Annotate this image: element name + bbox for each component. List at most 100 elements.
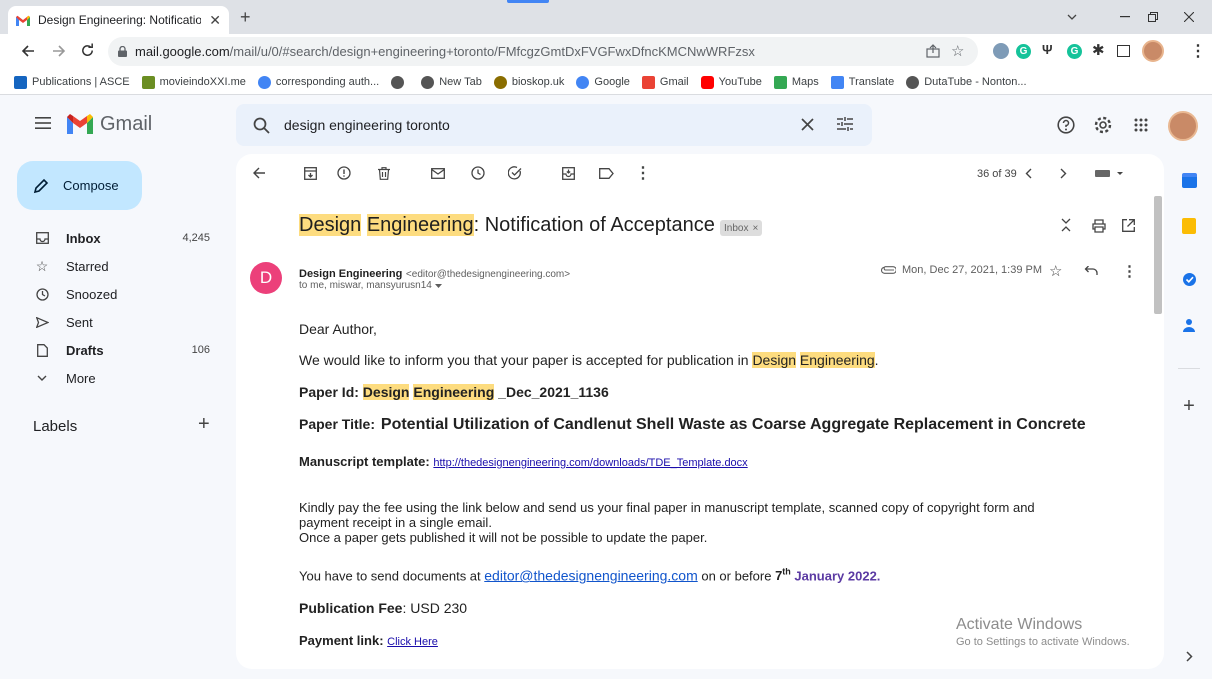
draft-file-icon xyxy=(33,343,51,357)
scrollbar[interactable] xyxy=(1154,196,1162,314)
bookmark-item[interactable] xyxy=(385,75,415,89)
browser-tab[interactable]: Design Engineering: Notification ✕ xyxy=(8,6,229,34)
message-more-icon[interactable]: ⋮ xyxy=(1122,262,1137,280)
chrome-menu-icon[interactable]: ⋮ xyxy=(1190,41,1206,61)
bookmark-favicon-icon xyxy=(493,75,507,89)
share-icon[interactable] xyxy=(926,44,940,58)
report-spam-icon[interactable] xyxy=(334,163,354,183)
address-bar[interactable]: mail.google.com/mail/u/0/#search/design+… xyxy=(108,37,978,66)
pencil-icon xyxy=(33,178,49,194)
help-icon[interactable] xyxy=(1057,116,1075,134)
bookmark-item[interactable]: movieindoXXI.me xyxy=(136,75,252,89)
manuscript-template-line: Manuscript template: http://thedesigneng… xyxy=(299,454,748,469)
keep-icon[interactable] xyxy=(1178,215,1200,237)
extension-grammarly2-icon[interactable]: G xyxy=(1067,44,1082,59)
nav-item-starred[interactable]: ☆ Starred xyxy=(0,252,222,280)
bookmark-star-icon[interactable]: ☆ xyxy=(951,42,964,60)
nav-item-drafts[interactable]: Drafts 106 xyxy=(0,336,222,364)
nav-item-snoozed[interactable]: Snoozed xyxy=(0,280,222,308)
main-menu-icon[interactable] xyxy=(35,117,51,129)
globe-icon xyxy=(391,75,405,89)
show-side-panel-chevron-icon[interactable] xyxy=(1178,645,1200,667)
star-message-icon[interactable]: ☆ xyxy=(1049,262,1062,280)
more-actions-icon[interactable]: ⋮ xyxy=(633,163,653,183)
tab-title: Design Engineering: Notification xyxy=(38,13,202,27)
payment-link-line: Payment link: Click Here xyxy=(299,633,438,648)
extension-grammarly-icon[interactable]: G xyxy=(1016,44,1031,59)
bookmark-item[interactable]: Google xyxy=(570,75,635,89)
payment-link[interactable]: Click Here xyxy=(387,636,438,648)
compose-button[interactable]: Compose xyxy=(17,161,142,210)
bookmark-item[interactable]: Translate xyxy=(825,75,900,89)
template-link[interactable]: http://thedesignengineering.com/download… xyxy=(433,457,747,469)
tab-close-icon[interactable]: ✕ xyxy=(209,12,221,29)
clear-search-icon[interactable] xyxy=(801,118,814,131)
search-icon[interactable] xyxy=(253,117,270,134)
bookmarks-bar: Publications | ASCE movieindoXXI.me corr… xyxy=(0,70,1212,95)
search-options-icon[interactable] xyxy=(837,116,853,132)
older-chevron-icon[interactable] xyxy=(1053,163,1073,183)
bookmark-item[interactable]: corresponding auth... xyxy=(252,75,385,89)
apps-grid-icon[interactable] xyxy=(1134,118,1148,132)
lock-icon[interactable] xyxy=(118,46,127,57)
mark-unread-icon[interactable] xyxy=(428,163,448,183)
add-label-icon[interactable]: + xyxy=(198,413,210,436)
snooze-clock-icon[interactable] xyxy=(468,163,488,183)
label-tag-icon[interactable] xyxy=(596,163,616,183)
gmail-logo-icon[interactable] xyxy=(67,114,93,134)
attachment-icon xyxy=(881,266,896,274)
sender-avatar[interactable]: D xyxy=(250,262,282,294)
new-tab-icon[interactable]: + xyxy=(240,7,251,28)
tab-search-chevron-icon[interactable] xyxy=(1049,0,1095,34)
paper-title: Potential Utilization of Candlenut Shell… xyxy=(380,416,1086,433)
inbox-chip[interactable]: Inbox × xyxy=(720,220,763,236)
forward-arrow-icon[interactable] xyxy=(52,44,66,58)
extension-translate-icon[interactable]: Ψ xyxy=(1042,42,1053,57)
bookmark-item[interactable]: YouTube xyxy=(695,75,768,89)
print-icon[interactable] xyxy=(1092,219,1106,233)
payment-instructions: Kindly pay the fee using the link below … xyxy=(299,500,1035,545)
side-panel-icon[interactable] xyxy=(1117,45,1130,57)
add-task-icon[interactable] xyxy=(505,163,525,183)
nav-item-more[interactable]: More xyxy=(0,364,222,392)
bookmark-item[interactable]: bioskop.uk xyxy=(488,75,571,89)
bookmark-item[interactable]: Maps xyxy=(768,75,825,89)
bookmark-item[interactable]: Publications | ASCE xyxy=(8,75,136,89)
settings-gear-icon[interactable] xyxy=(1093,115,1113,135)
back-arrow-icon[interactable] xyxy=(21,44,35,58)
account-avatar[interactable] xyxy=(1168,111,1198,141)
archive-icon[interactable] xyxy=(300,163,320,183)
input-tools-keyboard-icon[interactable] xyxy=(1092,163,1128,183)
editor-email-link[interactable]: editor@thedesignengineering.com xyxy=(484,567,697,583)
extension-puzzle-color-icon[interactable] xyxy=(993,43,1009,59)
recipients-dropdown-icon[interactable] xyxy=(434,283,442,288)
nav-item-inbox[interactable]: Inbox 4,245 xyxy=(0,224,222,252)
reload-icon[interactable] xyxy=(80,43,95,58)
close-window-icon[interactable] xyxy=(1166,0,1212,34)
recipients-line[interactable]: to me, miswar, mansyurusn14 xyxy=(299,280,442,291)
delete-trash-icon[interactable] xyxy=(374,163,394,183)
tab-indicator xyxy=(507,0,549,3)
get-addons-plus-icon[interactable]: + xyxy=(1178,395,1200,417)
back-to-list-icon[interactable] xyxy=(249,163,269,183)
calendar-icon[interactable] xyxy=(1178,169,1200,191)
move-to-icon[interactable] xyxy=(558,163,578,183)
extensions-puzzle-icon[interactable]: ✱ xyxy=(1092,41,1105,59)
sender-name[interactable]: Design Engineering xyxy=(299,268,402,280)
search-bar[interactable]: design engineering toronto xyxy=(236,104,872,146)
profile-avatar[interactable] xyxy=(1142,40,1164,62)
compose-label: Compose xyxy=(63,178,119,193)
bookmark-item[interactable]: Gmail xyxy=(636,75,695,89)
collapse-all-icon[interactable] xyxy=(1061,218,1071,232)
open-in-new-window-icon[interactable] xyxy=(1122,219,1135,232)
bookmark-item[interactable]: DutaTube - Nonton... xyxy=(900,75,1032,89)
tasks-icon[interactable] xyxy=(1178,268,1200,290)
nav-item-sent[interactable]: Sent xyxy=(0,308,222,336)
contacts-icon[interactable] xyxy=(1178,314,1200,336)
reply-icon[interactable] xyxy=(1084,266,1098,276)
newer-chevron-icon[interactable] xyxy=(1018,163,1038,183)
remove-label-icon[interactable]: × xyxy=(752,223,758,234)
google-icon xyxy=(576,75,590,89)
search-input[interactable]: design engineering toronto xyxy=(284,117,450,133)
bookmark-item[interactable]: New Tab xyxy=(415,75,488,89)
